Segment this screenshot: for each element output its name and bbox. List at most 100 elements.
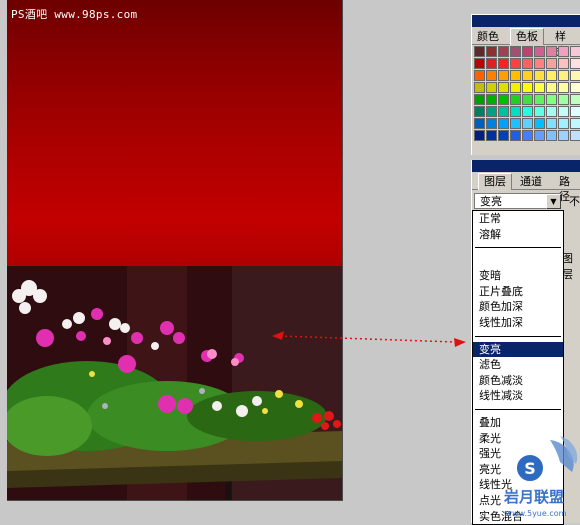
color-swatch[interactable]: [474, 118, 485, 129]
color-swatch[interactable]: [474, 94, 485, 105]
tab-color[interactable]: 颜色: [472, 29, 504, 44]
color-swatch[interactable]: [546, 118, 557, 129]
blend-item[interactable]: 线性减淡: [473, 388, 563, 404]
opacity-label: 不: [569, 195, 580, 208]
color-swatch[interactable]: [498, 70, 509, 81]
color-swatch[interactable]: [498, 118, 509, 129]
color-swatch[interactable]: [558, 70, 569, 81]
color-swatch[interactable]: [570, 118, 580, 129]
color-swatch[interactable]: [570, 70, 580, 81]
blend-item[interactable]: 变暗: [473, 268, 563, 284]
color-swatch[interactable]: [570, 106, 580, 117]
color-swatch[interactable]: [546, 82, 557, 93]
color-swatch[interactable]: [558, 118, 569, 129]
color-swatch[interactable]: [534, 130, 545, 141]
logo-letter: S: [524, 459, 536, 478]
color-swatch[interactable]: [498, 58, 509, 69]
color-swatch[interactable]: [486, 130, 497, 141]
color-swatch[interactable]: [558, 106, 569, 117]
color-swatch[interactable]: [546, 46, 557, 57]
blend-item[interactable]: 正常: [473, 211, 563, 227]
tab-paths[interactable]: 路径: [554, 174, 580, 203]
color-swatch[interactable]: [510, 130, 521, 141]
color-swatch[interactable]: [522, 58, 533, 69]
color-swatch[interactable]: [558, 58, 569, 69]
color-swatch[interactable]: [534, 82, 545, 93]
color-swatch[interactable]: [534, 58, 545, 69]
color-swatch[interactable]: [486, 82, 497, 93]
blend-item[interactable]: 正片叠底: [473, 284, 563, 300]
color-swatch[interactable]: [486, 70, 497, 81]
color-swatch[interactable]: [522, 106, 533, 117]
color-swatch[interactable]: [558, 130, 569, 141]
color-swatch[interactable]: [510, 94, 521, 105]
color-swatch[interactable]: [534, 106, 545, 117]
color-swatch[interactable]: [498, 130, 509, 141]
color-swatch[interactable]: [522, 46, 533, 57]
swatch-grid: [474, 46, 580, 141]
color-swatch[interactable]: [510, 58, 521, 69]
color-swatch[interactable]: [510, 118, 521, 129]
color-swatch[interactable]: [570, 58, 580, 69]
color-swatch[interactable]: [546, 130, 557, 141]
color-swatch[interactable]: [474, 106, 485, 117]
color-swatch[interactable]: [522, 130, 533, 141]
swatches-tabs: 颜色 色板 样式: [472, 27, 580, 58]
color-swatch[interactable]: [522, 82, 533, 93]
tab-styles[interactable]: 样式: [550, 29, 580, 58]
color-swatch[interactable]: [474, 46, 485, 57]
color-swatch[interactable]: [510, 82, 521, 93]
color-swatch[interactable]: [510, 70, 521, 81]
color-swatch[interactable]: [486, 106, 497, 117]
color-swatch[interactable]: [474, 130, 485, 141]
color-swatch[interactable]: [558, 46, 569, 57]
separator: [475, 247, 561, 249]
tab-swatches[interactable]: 色板: [510, 28, 544, 45]
color-swatch[interactable]: [546, 94, 557, 105]
status-strip: [0, 511, 465, 523]
color-swatch[interactable]: [510, 106, 521, 117]
color-swatch[interactable]: [498, 106, 509, 117]
color-swatch[interactable]: [522, 94, 533, 105]
color-swatch[interactable]: [570, 82, 580, 93]
color-swatch[interactable]: [486, 58, 497, 69]
blend-item[interactable]: 线性加深: [473, 315, 563, 331]
color-swatch[interactable]: [570, 94, 580, 105]
layers-side-label: 图层: [562, 252, 573, 281]
blend-item[interactable]: 叠加: [473, 415, 563, 431]
tab-layers[interactable]: 图层: [478, 173, 512, 190]
color-swatch[interactable]: [522, 70, 533, 81]
color-swatch[interactable]: [498, 46, 509, 57]
color-swatch[interactable]: [534, 46, 545, 57]
color-swatch[interactable]: [486, 94, 497, 105]
color-swatch[interactable]: [534, 118, 545, 129]
blend-item[interactable]: 溶解: [473, 227, 563, 243]
blend-item[interactable]: 滤色: [473, 357, 563, 373]
document-canvas[interactable]: PS酒吧 www.98ps.com: [7, 0, 343, 501]
color-swatch[interactable]: [558, 94, 569, 105]
color-swatch[interactable]: [570, 130, 580, 141]
chevron-down-icon[interactable]: ▼: [546, 194, 561, 209]
color-swatch[interactable]: [522, 118, 533, 129]
color-swatch[interactable]: [474, 82, 485, 93]
blend-item-selected[interactable]: 变亮: [473, 341, 563, 358]
swatches-panel-titlebar[interactable]: [472, 15, 580, 27]
color-swatch[interactable]: [498, 82, 509, 93]
blend-item[interactable]: 颜色减淡: [473, 373, 563, 389]
color-swatch[interactable]: [546, 106, 557, 117]
color-swatch[interactable]: [474, 70, 485, 81]
color-swatch[interactable]: [498, 94, 509, 105]
color-swatch[interactable]: [546, 70, 557, 81]
color-swatch[interactable]: [558, 82, 569, 93]
color-swatch[interactable]: [474, 58, 485, 69]
color-swatch[interactable]: [534, 70, 545, 81]
color-swatch[interactable]: [486, 118, 497, 129]
color-swatch[interactable]: [546, 58, 557, 69]
color-swatch[interactable]: [534, 94, 545, 105]
layers-panel-titlebar[interactable]: [472, 160, 580, 172]
color-swatch[interactable]: [510, 46, 521, 57]
color-swatch[interactable]: [486, 46, 497, 57]
color-swatch[interactable]: [570, 46, 580, 57]
tab-channels[interactable]: 通道: [515, 174, 547, 189]
blend-item[interactable]: 颜色加深: [473, 299, 563, 315]
